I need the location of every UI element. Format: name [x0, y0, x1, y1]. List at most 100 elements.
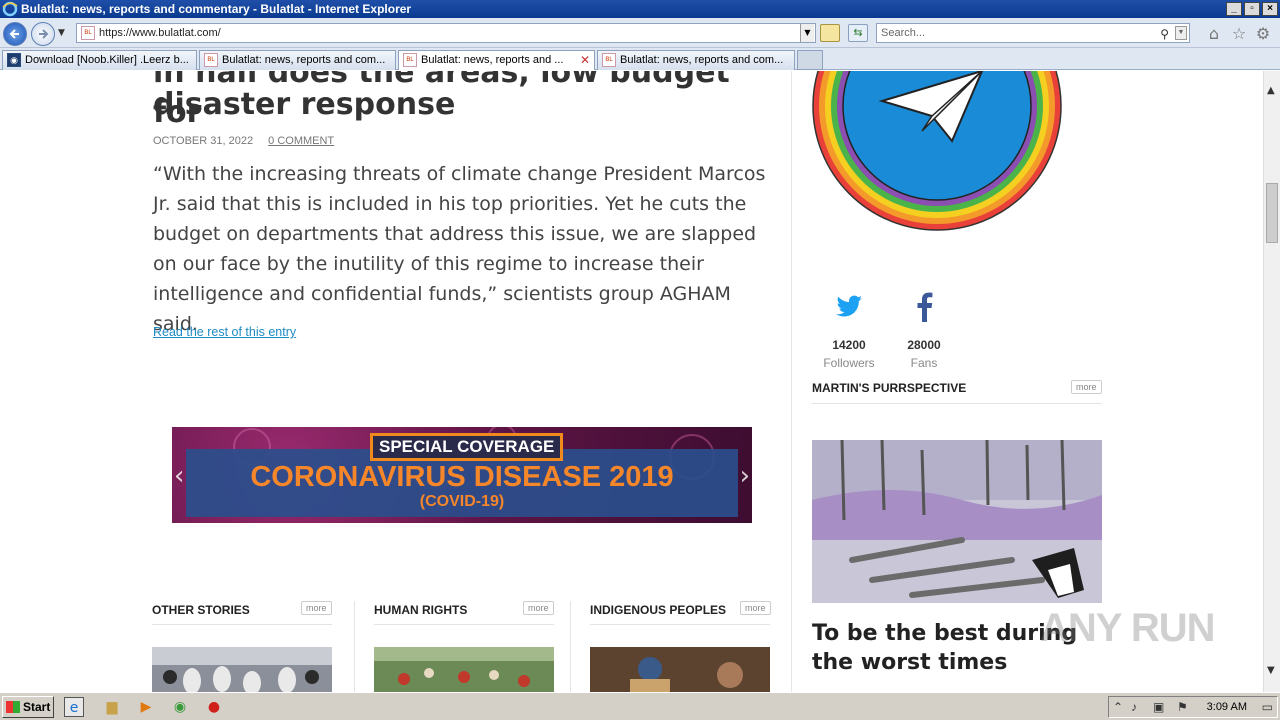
- system-tray: ⌃ ♪ ▣ ⚑ 3:09 AM ▭: [1108, 696, 1278, 718]
- tab-label: Download [Noob.Killer] .Leerz b...: [25, 54, 189, 66]
- tab-bulatlat-3[interactable]: BL Bulatlat: news, reports and com...: [597, 50, 795, 70]
- covid-special-coverage-banner[interactable]: SPECIAL COVERAGE CORONAVIRUS DISEASE 201…: [172, 427, 752, 523]
- twitter-label: Followers: [823, 356, 875, 370]
- tab-label: Bulatlat: news, reports and ...: [421, 54, 564, 66]
- carousel-prev-icon[interactable]: ‹: [174, 461, 184, 491]
- tab-strip: ◉ Download [Noob.Killer] .Leerz b... BL …: [0, 48, 1280, 70]
- search-dropdown-button[interactable]: ▼: [1175, 26, 1187, 40]
- close-window-button[interactable]: ×: [1262, 2, 1278, 16]
- section-martins-purrspective[interactable]: MARTIN'S PURRSPECTIVE: [812, 381, 966, 395]
- address-input[interactable]: BL https://www.bulatlat.com/: [76, 23, 816, 43]
- search-placeholder: Search...: [881, 27, 926, 39]
- article-date: OCTOBER 31, 2022: [153, 135, 254, 147]
- restore-button[interactable]: ▫: [1244, 2, 1260, 16]
- anyrun-watermark: ANY RUN: [1040, 606, 1216, 650]
- windows-taskbar: Start e ▆ ▶ ◉ ● ⌃ ♪ ▣ ⚑ 3:09 AM ▭: [0, 692, 1280, 720]
- twitter-count: 14200: [832, 338, 866, 352]
- article-title-cut-line[interactable]: in hall does the areas, low budget for: [153, 71, 773, 133]
- twitter-followers-widget[interactable]: 14200 Followers: [819, 289, 879, 370]
- minimize-button[interactable]: _: [1226, 2, 1242, 16]
- start-button[interactable]: Start: [2, 696, 54, 718]
- purrspective-cartoon-image[interactable]: [812, 440, 1102, 603]
- page-viewport: in hall does the areas, low budget for d…: [0, 71, 1263, 692]
- indigenous-peoples-thumbnail[interactable]: [590, 647, 770, 692]
- section-divider: [152, 624, 332, 625]
- carousel-next-icon[interactable]: ›: [740, 461, 750, 491]
- comment-count-link[interactable]: 0 COMMENT: [268, 135, 334, 147]
- banner-headline: CORONAVIRUS DISEASE 2019: [250, 461, 674, 493]
- security-lock-icon[interactable]: [820, 24, 840, 42]
- section-other-stories[interactable]: OTHER STORIES: [152, 603, 250, 617]
- indigenous-peoples-more-button[interactable]: more: [740, 601, 771, 615]
- bulatlat-favicon-icon: BL: [403, 53, 417, 67]
- paper-plane-logo-icon: [812, 71, 1062, 231]
- facebook-count: 28000: [907, 338, 941, 352]
- tab-label: Bulatlat: news, reports and com...: [222, 54, 386, 66]
- chrome-icon[interactable]: ◉: [170, 697, 190, 717]
- twitter-bird-icon: [836, 295, 862, 317]
- antivirus-icon[interactable]: ●: [204, 697, 224, 717]
- facebook-fans-widget[interactable]: 28000 Fans: [894, 289, 954, 370]
- human-rights-more-button[interactable]: more: [523, 601, 554, 615]
- special-coverage-label: SPECIAL COVERAGE: [370, 433, 564, 461]
- address-toolbar: ▼ BL https://www.bulatlat.com/ ▼ ⇆ Searc…: [0, 18, 1280, 48]
- facebook-label: Fans: [910, 356, 938, 370]
- vertical-scrollbar[interactable]: ▲ ▼: [1263, 71, 1280, 692]
- close-tab-icon[interactable]: ✕: [580, 51, 590, 69]
- search-icon[interactable]: ⚲: [1160, 25, 1169, 43]
- purrspective-more-button[interactable]: more: [1071, 380, 1102, 394]
- other-stories-thumbnail[interactable]: [152, 647, 332, 692]
- download-site-icon: ◉: [7, 53, 21, 67]
- other-stories-more-button[interactable]: more: [301, 601, 332, 615]
- home-icon[interactable]: ⌂: [1205, 25, 1223, 43]
- bulatlat-favicon-icon: BL: [204, 53, 218, 67]
- human-rights-thumbnail[interactable]: [374, 647, 554, 692]
- scroll-up-icon[interactable]: ▲: [1267, 85, 1275, 96]
- search-input[interactable]: Search... ⚲ ▼: [876, 23, 1190, 43]
- section-divider: [590, 624, 770, 625]
- article-meta: OCTOBER 31, 2022 0 COMMENT: [153, 135, 334, 147]
- bulatlat-favicon-icon: BL: [602, 53, 616, 67]
- show-desktop-button[interactable]: ▭: [1262, 700, 1273, 714]
- clock: 3:09 AM: [1206, 701, 1247, 713]
- read-more-link[interactable]: Read the rest of this entry: [153, 325, 296, 339]
- article-title[interactable]: in hall does the areas, low budget for d…: [153, 71, 773, 130]
- tab-download[interactable]: ◉ Download [Noob.Killer] .Leerz b...: [2, 50, 197, 70]
- address-dropdown-button[interactable]: ▼: [800, 24, 814, 42]
- scrollbar-thumb[interactable]: [1266, 183, 1278, 243]
- tab-bulatlat-active[interactable]: BL Bulatlat: news, reports and ... ✕: [398, 50, 595, 70]
- forward-button[interactable]: [31, 22, 55, 46]
- recent-pages-dropdown[interactable]: ▼: [58, 28, 65, 38]
- network-icon[interactable]: ▣: [1153, 700, 1164, 714]
- media-player-icon[interactable]: ▶: [136, 697, 156, 717]
- refresh-button[interactable]: ⇆: [848, 24, 868, 42]
- banner-subheadline: (COVID-19): [419, 493, 505, 510]
- tab-bulatlat-1[interactable]: BL Bulatlat: news, reports and com...: [199, 50, 396, 70]
- settings-gear-icon[interactable]: ⚙: [1254, 25, 1272, 43]
- facebook-icon: [917, 292, 933, 322]
- new-tab-button[interactable]: [797, 50, 823, 70]
- back-arrow-icon: [9, 29, 19, 39]
- action-center-flag-icon[interactable]: ⚑: [1177, 700, 1188, 714]
- ie-taskbar-icon[interactable]: e: [64, 697, 84, 717]
- address-url: https://www.bulatlat.com/: [99, 27, 221, 39]
- column-divider: [354, 601, 355, 692]
- back-button[interactable]: [3, 22, 27, 46]
- scroll-down-icon[interactable]: ▼: [1267, 665, 1275, 676]
- column-divider: [570, 601, 571, 692]
- internet-explorer-icon: [2, 1, 18, 17]
- article-excerpt: “With the increasing threats of climate …: [153, 163, 766, 335]
- window-title: Bulatlat: news, reports and commentary -…: [21, 2, 412, 16]
- favorites-star-icon[interactable]: ☆: [1230, 25, 1248, 43]
- volume-icon[interactable]: ♪: [1131, 700, 1137, 714]
- sidebar-divider: [791, 71, 792, 692]
- forward-arrow-icon: [39, 29, 49, 39]
- section-indigenous-peoples[interactable]: INDIGENOUS PEOPLES: [590, 603, 726, 617]
- section-divider: [374, 624, 554, 625]
- explorer-folder-icon[interactable]: ▆: [102, 697, 122, 717]
- tray-expand-icon[interactable]: ⌃: [1113, 700, 1123, 714]
- windows-logo-icon: [6, 701, 20, 713]
- section-human-rights[interactable]: HUMAN RIGHTS: [374, 603, 467, 617]
- tab-label: Bulatlat: news, reports and com...: [620, 54, 784, 66]
- section-divider: [812, 403, 1102, 404]
